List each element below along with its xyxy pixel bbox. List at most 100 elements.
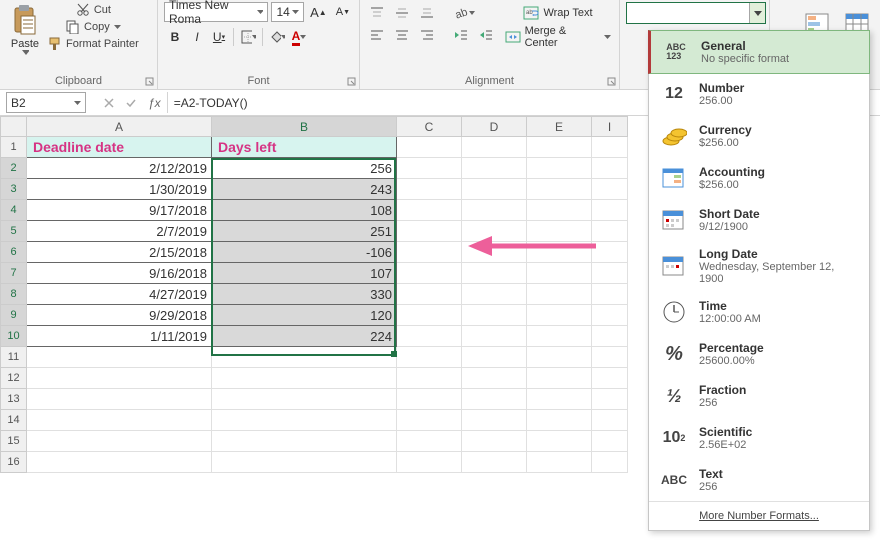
dialog-launcher-icon[interactable]	[607, 77, 617, 87]
cell-B3[interactable]: 243	[212, 179, 397, 200]
col-header-I[interactable]: I	[592, 117, 628, 137]
italic-button[interactable]: I	[186, 26, 208, 48]
numfmt-item-general[interactable]: ABC123 GeneralNo specific format	[648, 30, 870, 74]
font-name-combo[interactable]: Times New Roma	[164, 2, 268, 22]
cancel-formula-button[interactable]	[98, 92, 120, 114]
col-header-A[interactable]: A	[27, 117, 212, 137]
nf-title: Short Date	[699, 207, 760, 221]
col-header-C[interactable]: C	[397, 117, 462, 137]
row-header-5[interactable]: 5	[1, 221, 27, 242]
number-format-dropdown-arrow[interactable]	[749, 3, 765, 23]
merge-center-button[interactable]: Merge & Center	[503, 24, 613, 50]
number-format-combo[interactable]	[626, 2, 766, 24]
cell-A4[interactable]: 9/17/2018	[27, 200, 212, 221]
copy-button[interactable]: Copy	[46, 19, 141, 35]
numfmt-item-number[interactable]: 12 Number256.00	[649, 73, 869, 115]
col-header-E[interactable]: E	[527, 117, 592, 137]
numfmt-item-text[interactable]: ABC Text256	[649, 459, 869, 501]
format-painter-label: Format Painter	[66, 38, 139, 50]
row-header-1[interactable]: 1	[1, 137, 27, 158]
row-header-4[interactable]: 4	[1, 200, 27, 221]
numfmt-item-currency[interactable]: Currency$256.00	[649, 115, 869, 157]
row-header-3[interactable]: 3	[1, 179, 27, 200]
bold-button[interactable]: B	[164, 26, 186, 48]
font-size-combo[interactable]: 14	[271, 2, 304, 22]
align-bottom-button[interactable]	[416, 4, 438, 22]
nf-sub: $256.00	[699, 179, 765, 191]
align-top-button[interactable]	[366, 4, 388, 22]
dialog-launcher-icon[interactable]	[145, 77, 155, 87]
align-right-button[interactable]	[416, 26, 438, 44]
row-header-16[interactable]: 16	[1, 452, 27, 473]
cell-A6[interactable]: 2/15/2018	[27, 242, 212, 263]
row-header-10[interactable]: 10	[1, 326, 27, 347]
row-header-13[interactable]: 13	[1, 389, 27, 410]
cell-A1[interactable]: Deadline date	[27, 137, 212, 158]
cell-A10[interactable]: 1/11/2019	[27, 326, 212, 347]
cell-B1[interactable]: Days left	[212, 137, 397, 158]
enter-formula-button[interactable]	[120, 92, 142, 114]
annotation-arrow-icon	[468, 234, 598, 258]
numfmt-item-shortdate[interactable]: Short Date9/12/1900	[649, 199, 869, 241]
numfmt-item-accounting[interactable]: Accounting$256.00	[649, 157, 869, 199]
paste-button[interactable]: Paste	[6, 2, 44, 56]
cell-B4[interactable]: 108	[212, 200, 397, 221]
underline-button[interactable]: U▾	[208, 26, 230, 48]
fx-label[interactable]: ƒx	[148, 96, 161, 110]
increase-indent-button[interactable]	[475, 26, 497, 44]
align-center-button[interactable]	[391, 26, 413, 44]
align-middle-button[interactable]	[391, 4, 413, 22]
name-box[interactable]: B2	[6, 92, 86, 113]
font-color-button[interactable]: A	[288, 26, 310, 48]
row-header-12[interactable]: 12	[1, 368, 27, 389]
cell-A3[interactable]: 1/30/2019	[27, 179, 212, 200]
row-header-2[interactable]: 2	[1, 158, 27, 179]
decrease-indent-button[interactable]	[450, 26, 472, 44]
numfmt-item-scientific[interactable]: 102 Scientific2.56E+02	[649, 417, 869, 459]
shrink-font-button[interactable]: A▼	[333, 5, 353, 19]
wrap-text-button[interactable]: ab Wrap Text	[503, 4, 613, 22]
cell-B5[interactable]: 251	[212, 221, 397, 242]
col-header-D[interactable]: D	[462, 117, 527, 137]
cell-A9[interactable]: 9/29/2018	[27, 305, 212, 326]
select-all-corner[interactable]	[1, 117, 27, 137]
cell-A7[interactable]: 9/16/2018	[27, 263, 212, 284]
cell-B6[interactable]: -106	[212, 242, 397, 263]
numfmt-item-time[interactable]: Time12:00:00 AM	[649, 291, 869, 333]
cell-I1[interactable]	[592, 137, 628, 158]
row-header-9[interactable]: 9	[1, 305, 27, 326]
scientific-format-icon: 102	[659, 423, 689, 453]
nf-sub: Wednesday, September 12, 1900	[699, 261, 859, 285]
numfmt-item-longdate[interactable]: Long DateWednesday, September 12, 1900	[649, 241, 869, 291]
align-left-button[interactable]	[366, 26, 388, 44]
cell-B9[interactable]: 120	[212, 305, 397, 326]
numfmt-more-link[interactable]: More Number Formats...	[649, 501, 869, 530]
numfmt-item-fraction[interactable]: ½ Fraction256	[649, 375, 869, 417]
dialog-launcher-icon[interactable]	[347, 77, 357, 87]
fill-color-button[interactable]	[266, 26, 288, 48]
cell-D1[interactable]	[462, 137, 527, 158]
chevron-down-icon	[604, 35, 611, 39]
cell-A5[interactable]: 2/7/2019	[27, 221, 212, 242]
numfmt-item-percentage[interactable]: % Percentage25600.00%	[649, 333, 869, 375]
col-header-B[interactable]: B	[212, 117, 397, 137]
row-header-11[interactable]: 11	[1, 347, 27, 368]
row-header-6[interactable]: 6	[1, 242, 27, 263]
cell-C1[interactable]	[397, 137, 462, 158]
row-header-15[interactable]: 15	[1, 431, 27, 452]
cell-B2[interactable]: 256	[212, 158, 397, 179]
orientation-button[interactable]: ab	[450, 4, 478, 22]
cell-A8[interactable]: 4/27/2019	[27, 284, 212, 305]
grow-font-button[interactable]: A▲	[307, 4, 330, 21]
cell-B10[interactable]: 224	[212, 326, 397, 347]
row-header-14[interactable]: 14	[1, 410, 27, 431]
row-header-7[interactable]: 7	[1, 263, 27, 284]
cell-E1[interactable]	[527, 137, 592, 158]
row-header-8[interactable]: 8	[1, 284, 27, 305]
cut-button[interactable]: Cut	[46, 2, 141, 18]
cell-B8[interactable]: 330	[212, 284, 397, 305]
borders-button[interactable]	[237, 26, 259, 48]
cell-B7[interactable]: 107	[212, 263, 397, 284]
cell-A2[interactable]: 2/12/2019	[27, 158, 212, 179]
format-painter-button[interactable]: Format Painter	[46, 36, 141, 52]
